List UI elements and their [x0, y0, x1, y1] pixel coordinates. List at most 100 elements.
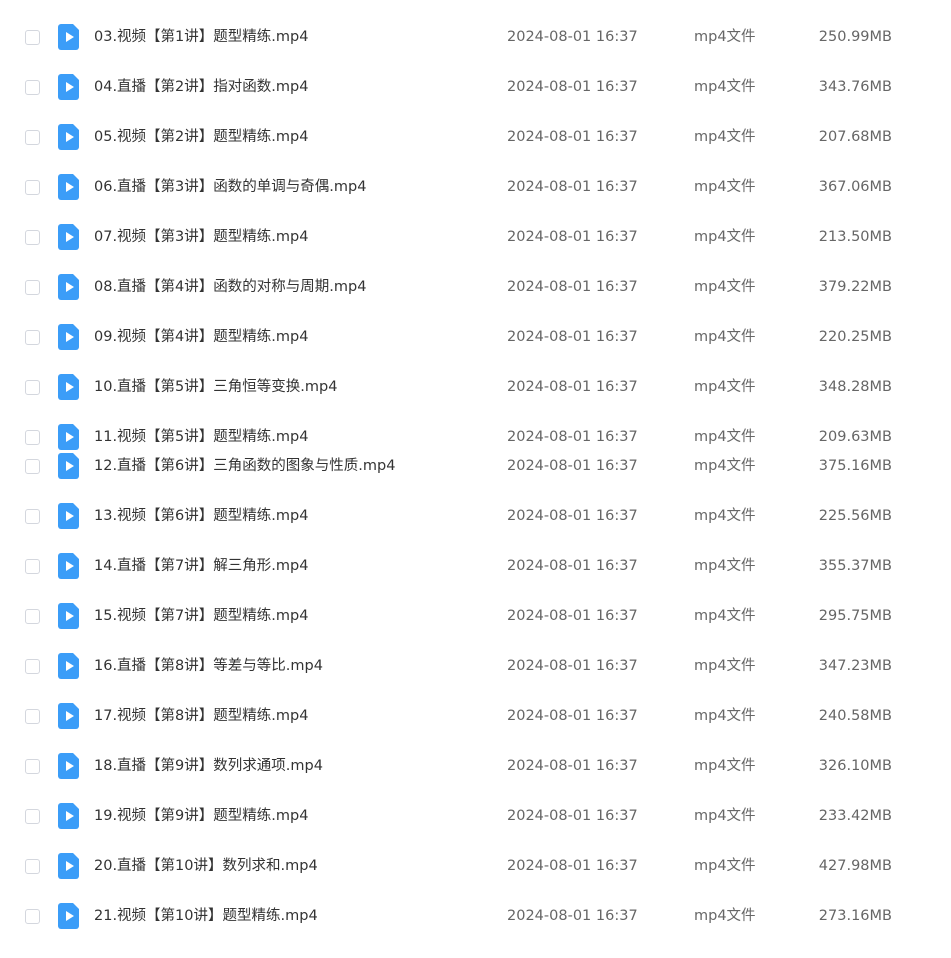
- file-type: mp4文件: [694, 429, 756, 445]
- file-name[interactable]: 11.视频【第5讲】题型精练.mp4: [94, 427, 308, 447]
- row-checkbox[interactable]: [25, 80, 40, 95]
- file-row[interactable]: 18.直播【第9讲】数列求通项.mp4 2024-08-01 16:37 mp4…: [0, 753, 951, 783]
- file-name[interactable]: 20.直播【第10讲】数列求和.mp4: [94, 856, 318, 876]
- file-row[interactable]: 14.直播【第7讲】解三角形.mp4 2024-08-01 16:37 mp4文…: [0, 553, 951, 583]
- row-checkbox[interactable]: [25, 230, 40, 245]
- row-checkbox[interactable]: [25, 380, 40, 395]
- video-file-icon: [58, 24, 79, 50]
- row-checkbox[interactable]: [25, 30, 40, 45]
- file-row[interactable]: 21.视频【第10讲】题型精练.mp4 2024-08-01 16:37 mp4…: [0, 903, 951, 933]
- row-checkbox[interactable]: [25, 659, 40, 674]
- file-type: mp4文件: [694, 329, 756, 345]
- file-type: mp4文件: [694, 79, 756, 95]
- file-name[interactable]: 16.直播【第8讲】等差与等比.mp4: [94, 656, 323, 676]
- file-name[interactable]: 12.直播【第6讲】三角函数的图象与性质.mp4: [94, 456, 395, 476]
- file-row[interactable]: 03.视频【第1讲】题型精练.mp4 2024-08-01 16:37 mp4文…: [0, 24, 951, 54]
- file-name[interactable]: 21.视频【第10讲】题型精练.mp4: [94, 906, 318, 926]
- file-name[interactable]: 13.视频【第6讲】题型精练.mp4: [94, 506, 308, 526]
- row-checkbox[interactable]: [25, 130, 40, 145]
- file-size: 225.56MB: [818, 508, 892, 524]
- file-name[interactable]: 15.视频【第7讲】题型精练.mp4: [94, 606, 308, 626]
- video-file-icon: [58, 174, 79, 200]
- file-row[interactable]: 04.直播【第2讲】指对函数.mp4 2024-08-01 16:37 mp4文…: [0, 74, 951, 104]
- row-checkbox[interactable]: [25, 709, 40, 724]
- file-type: mp4文件: [694, 608, 756, 624]
- row-checkbox[interactable]: [25, 509, 40, 524]
- file-date: 2024-08-01 16:37: [507, 129, 638, 145]
- file-row[interactable]: 15.视频【第7讲】题型精练.mp4 2024-08-01 16:37 mp4文…: [0, 603, 951, 633]
- row-checkbox[interactable]: [25, 330, 40, 345]
- file-type: mp4文件: [694, 558, 756, 574]
- row-checkbox[interactable]: [25, 430, 40, 445]
- file-row[interactable]: 17.视频【第8讲】题型精练.mp4 2024-08-01 16:37 mp4文…: [0, 703, 951, 733]
- file-date: 2024-08-01 16:37: [507, 808, 638, 824]
- file-name[interactable]: 10.直播【第5讲】三角恒等变换.mp4: [94, 377, 337, 397]
- video-file-icon: [58, 124, 79, 150]
- file-size: 220.25MB: [818, 329, 892, 345]
- video-file-icon: [58, 503, 79, 529]
- file-type: mp4文件: [694, 179, 756, 195]
- row-checkbox[interactable]: [25, 180, 40, 195]
- file-type: mp4文件: [694, 758, 756, 774]
- file-name[interactable]: 14.直播【第7讲】解三角形.mp4: [94, 556, 308, 576]
- file-type: mp4文件: [694, 129, 756, 145]
- file-row[interactable]: 11.视频【第5讲】题型精练.mp4 2024-08-01 16:37 mp4文…: [0, 424, 951, 454]
- row-checkbox[interactable]: [25, 559, 40, 574]
- video-file-icon: [58, 703, 79, 729]
- file-size: 209.63MB: [818, 429, 892, 445]
- file-row[interactable]: 13.视频【第6讲】题型精练.mp4 2024-08-01 16:37 mp4文…: [0, 503, 951, 533]
- file-date: 2024-08-01 16:37: [507, 29, 638, 45]
- file-name[interactable]: 18.直播【第9讲】数列求通项.mp4: [94, 756, 323, 776]
- row-checkbox[interactable]: [25, 859, 40, 874]
- file-name[interactable]: 09.视频【第4讲】题型精练.mp4: [94, 327, 308, 347]
- file-row[interactable]: 09.视频【第4讲】题型精练.mp4 2024-08-01 16:37 mp4文…: [0, 324, 951, 354]
- file-name[interactable]: 03.视频【第1讲】题型精练.mp4: [94, 27, 308, 47]
- file-type: mp4文件: [694, 708, 756, 724]
- file-name[interactable]: 08.直播【第4讲】函数的对称与周期.mp4: [94, 277, 366, 297]
- file-size: 343.76MB: [818, 79, 892, 95]
- row-checkbox[interactable]: [25, 809, 40, 824]
- file-row[interactable]: 16.直播【第8讲】等差与等比.mp4 2024-08-01 16:37 mp4…: [0, 653, 951, 683]
- video-file-icon: [58, 224, 79, 250]
- video-file-icon: [58, 803, 79, 829]
- file-size: 273.16MB: [818, 908, 892, 924]
- file-name[interactable]: 07.视频【第3讲】题型精练.mp4: [94, 227, 308, 247]
- file-type: mp4文件: [694, 858, 756, 874]
- file-date: 2024-08-01 16:37: [507, 79, 638, 95]
- file-type: mp4文件: [694, 658, 756, 674]
- row-checkbox[interactable]: [25, 609, 40, 624]
- file-date: 2024-08-01 16:37: [507, 508, 638, 524]
- file-row[interactable]: 07.视频【第3讲】题型精练.mp4 2024-08-01 16:37 mp4文…: [0, 224, 951, 254]
- file-row[interactable]: 05.视频【第2讲】题型精练.mp4 2024-08-01 16:37 mp4文…: [0, 124, 951, 154]
- row-checkbox[interactable]: [25, 459, 40, 474]
- file-row[interactable]: 19.视频【第9讲】题型精练.mp4 2024-08-01 16:37 mp4文…: [0, 803, 951, 833]
- row-checkbox[interactable]: [25, 759, 40, 774]
- file-name[interactable]: 06.直播【第3讲】函数的单调与奇偶.mp4: [94, 177, 366, 197]
- cropped-footer-text: [360, 953, 510, 958]
- file-name[interactable]: 05.视频【第2讲】题型精练.mp4: [94, 127, 308, 147]
- file-type: mp4文件: [694, 508, 756, 524]
- file-name[interactable]: 17.视频【第8讲】题型精练.mp4: [94, 706, 308, 726]
- file-type: mp4文件: [694, 808, 756, 824]
- file-date: 2024-08-01 16:37: [507, 279, 638, 295]
- file-row[interactable]: 20.直播【第10讲】数列求和.mp4 2024-08-01 16:37 mp4…: [0, 853, 951, 883]
- video-file-icon: [58, 853, 79, 879]
- row-checkbox[interactable]: [25, 280, 40, 295]
- file-type: mp4文件: [694, 458, 756, 474]
- file-name[interactable]: 04.直播【第2讲】指对函数.mp4: [94, 77, 308, 97]
- file-size: 213.50MB: [818, 229, 892, 245]
- file-size: 348.28MB: [818, 379, 892, 395]
- file-row[interactable]: 12.直播【第6讲】三角函数的图象与性质.mp4 2024-08-01 16:3…: [0, 453, 951, 483]
- file-name[interactable]: 19.视频【第9讲】题型精练.mp4: [94, 806, 308, 826]
- file-date: 2024-08-01 16:37: [507, 858, 638, 874]
- file-row[interactable]: 08.直播【第4讲】函数的对称与周期.mp4 2024-08-01 16:37 …: [0, 274, 951, 304]
- file-size: 207.68MB: [818, 129, 892, 145]
- file-type: mp4文件: [694, 29, 756, 45]
- file-row[interactable]: 10.直播【第5讲】三角恒等变换.mp4 2024-08-01 16:37 mp…: [0, 374, 951, 404]
- row-checkbox[interactable]: [25, 909, 40, 924]
- file-size: 326.10MB: [818, 758, 892, 774]
- video-file-icon: [58, 324, 79, 350]
- file-size: 240.58MB: [818, 708, 892, 724]
- file-date: 2024-08-01 16:37: [507, 908, 638, 924]
- file-row[interactable]: 06.直播【第3讲】函数的单调与奇偶.mp4 2024-08-01 16:37 …: [0, 174, 951, 204]
